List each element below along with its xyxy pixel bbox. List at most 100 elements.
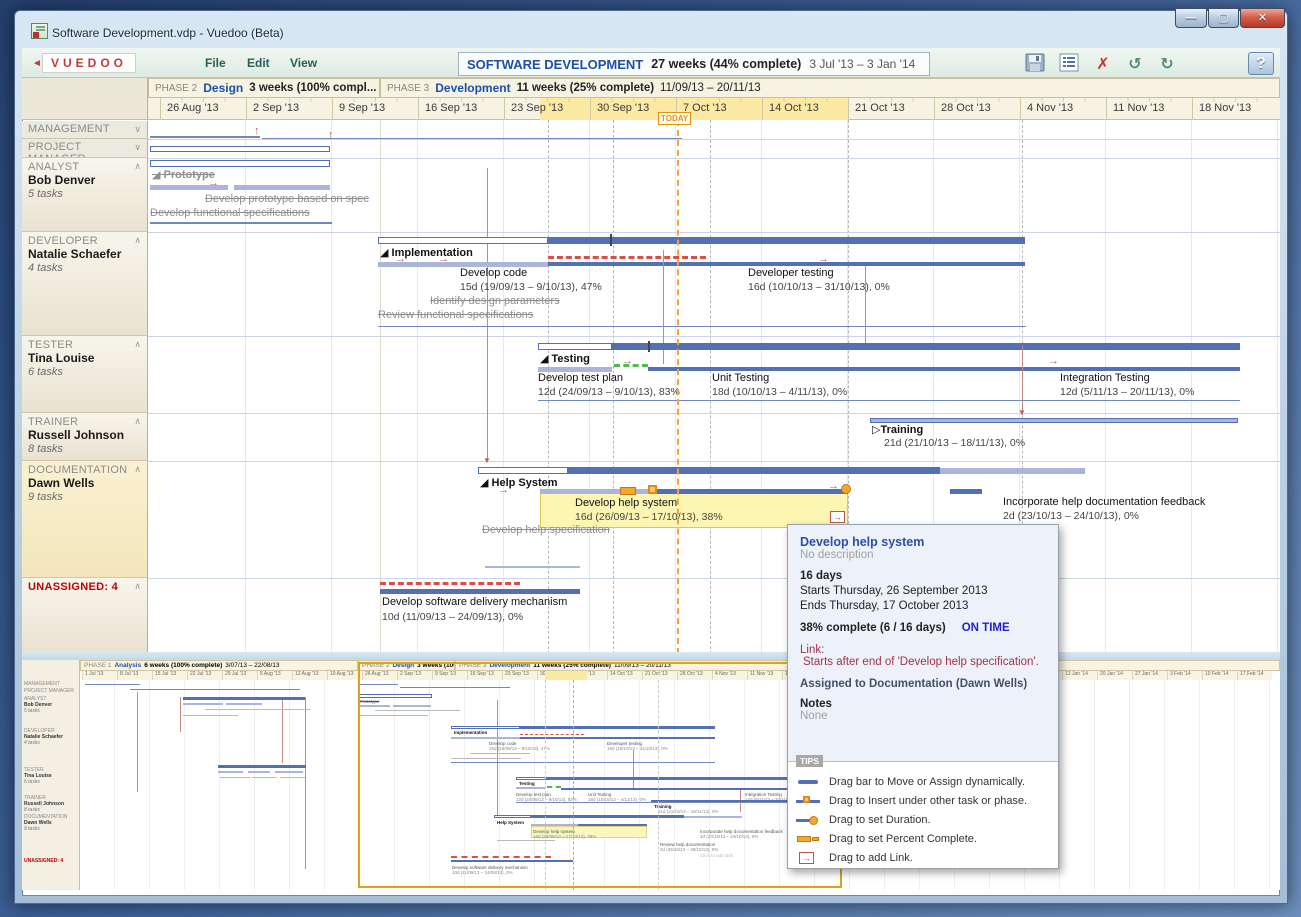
tooltip-link-text: Starts after end of 'Develop help specif… (800, 656, 1046, 668)
project-summary-box[interactable]: SOFTWARE DEVELOPMENT 27 weeks (44% compl… (458, 52, 930, 76)
selected-task-bar[interactable] (540, 489, 657, 494)
minimap-week-cell: 20 Jan '14 (1097, 671, 1132, 680)
sidebar-item-documentation[interactable]: DOCUMENTATION Dawn Wells 9 tasks ∧ (22, 461, 148, 578)
group-label-help-system[interactable]: ◢ Help System (480, 476, 558, 489)
tip-text: Drag to set Duration. (829, 814, 931, 826)
list-view-icon[interactable] (1056, 53, 1082, 77)
task-meta: 18d (10/10/13 – 4/11/13), 0% (712, 386, 847, 398)
sidebar-item-trainer[interactable]: TRAINER Russell Johnson 8 tasks ∧ (22, 413, 148, 461)
minimap-viewport[interactable] (358, 662, 842, 888)
chevron-down-icon[interactable]: ∨ (134, 124, 141, 135)
prototype-summary-bar[interactable] (150, 160, 330, 167)
insert-handle[interactable] (648, 485, 657, 494)
chevron-up-icon[interactable]: ∧ (134, 339, 141, 350)
maximize-button[interactable]: ▢ (1208, 8, 1239, 28)
task-label[interactable]: Developer testing (748, 267, 834, 279)
minimap-label: MANAGEMENT (24, 681, 60, 687)
tip-text: Drag bar to Move or Assign dynamically. (829, 776, 1025, 788)
task-meta: 2d (23/10/13 – 24/10/13), 0% (1003, 510, 1139, 522)
add-link-icon: → (796, 852, 822, 864)
insert-handle-icon (796, 795, 822, 807)
task-label[interactable]: Develop help specification (482, 524, 610, 536)
task-bar[interactable] (648, 367, 1240, 371)
chevron-up-icon[interactable]: ∧ (134, 464, 141, 475)
week-cell: 18 Nov '13 (1192, 98, 1278, 120)
summary-expanded-icon[interactable]: ◢ (540, 353, 548, 365)
undo-icon[interactable]: ↺ (1122, 53, 1148, 77)
task-label[interactable]: Identify design parameters (430, 295, 560, 307)
task-label[interactable]: Develop functional specifications (150, 207, 310, 219)
minimap-week-cell: 19 Aug '13 (327, 671, 362, 680)
menu-file[interactable]: File (205, 56, 226, 70)
close-button[interactable]: ✕ (1240, 8, 1285, 28)
implementation-summary-bar[interactable] (378, 237, 548, 244)
task-label[interactable]: Develop test plan (538, 372, 623, 384)
back-icon[interactable]: ◄ (32, 58, 42, 69)
testing-summary-bar[interactable] (612, 343, 1240, 350)
chevron-down-icon[interactable]: ∨ (134, 142, 141, 153)
task-label[interactable]: Incorporate help documentation feedback (1003, 496, 1205, 508)
add-link-handle[interactable]: → (830, 511, 845, 523)
chevron-up-icon[interactable]: ∧ (134, 581, 141, 592)
tooltip-status: ON TIME (962, 622, 1010, 634)
task-bar[interactable] (380, 589, 580, 594)
group-label-implementation[interactable]: ◢ Implementation (380, 246, 473, 259)
phase-2-name: Design (203, 81, 243, 95)
delete-icon[interactable]: ✗ (1090, 53, 1116, 77)
splitter[interactable] (22, 652, 1280, 660)
arrow-down-icon: ▼ (483, 456, 491, 466)
task-label[interactable]: Integration Testing (1060, 372, 1150, 384)
percent-complete-handle[interactable] (620, 487, 636, 495)
sidebar-item-unassigned[interactable]: UNASSIGNED: 4 ∧ (22, 578, 148, 654)
app-logo[interactable]: VUEDOO (42, 53, 136, 73)
summary-expanded-icon[interactable]: ◢ (380, 247, 388, 259)
duration-handle[interactable] (841, 484, 851, 494)
task-bar[interactable] (548, 262, 1025, 266)
task-label[interactable]: Review functional specifications (378, 309, 533, 321)
chevron-up-icon[interactable]: ∧ (134, 235, 141, 246)
task-bar[interactable] (234, 185, 330, 190)
help-system-summary-bar[interactable] (568, 467, 940, 474)
task-meta: 16d (10/10/13 – 31/10/13), 0% (748, 281, 890, 293)
sidebar-item-developer[interactable]: DEVELOPER Natalie Schaefer 4 tasks ∧ (22, 232, 148, 336)
tooltip-duration: 16 days (800, 570, 1046, 582)
summary-expanded-icon[interactable]: ◢ (152, 169, 160, 181)
phase-3-header[interactable]: PHASE 3 Development 11 weeks (25% comple… (380, 78, 1280, 98)
progress-tick (610, 234, 612, 246)
minimize-button[interactable]: — (1175, 8, 1207, 28)
sidebar-item-management[interactable]: MANAGEMENT ∨ (22, 121, 148, 139)
menu-edit[interactable]: Edit (247, 56, 270, 70)
task-label[interactable]: Unit Testing (712, 372, 769, 384)
sidebar-item-analyst[interactable]: ANALYST Bob Denver 5 tasks ∧ (22, 158, 148, 232)
task-label[interactable]: Develop prototype based on spec (205, 193, 369, 205)
help-system-summary-bar[interactable] (478, 467, 568, 474)
task-label[interactable]: Develop help system (575, 497, 677, 509)
task-label[interactable]: Develop code (460, 267, 527, 279)
task-label[interactable]: Develop software delivery mechanism (382, 596, 567, 608)
sidebar-item-project-manager[interactable]: PROJECT MANAGER ∨ (22, 139, 148, 158)
chevron-up-icon[interactable]: ∧ (134, 416, 141, 427)
implementation-summary-bar[interactable] (548, 237, 1025, 244)
group-label-prototype[interactable]: ◢ Prototype (152, 168, 215, 181)
training-bar[interactable] (870, 418, 1238, 423)
week-cell: 4 Nov '13 (1020, 98, 1106, 120)
overdue-dashed-line (380, 582, 520, 585)
selected-task-bar[interactable] (657, 489, 848, 494)
phase-2-header[interactable]: PHASE 2 Design 3 weeks (100% compl... (148, 78, 380, 98)
redo-icon[interactable]: ↻ (1154, 53, 1180, 77)
sidebar-item-tester[interactable]: TESTER Tina Louise 6 tasks ∧ (22, 336, 148, 413)
week-cell: 28 Oct '13 (934, 98, 1020, 120)
testing-summary-bar[interactable] (538, 343, 612, 350)
help-system-summary-bar[interactable] (940, 468, 1085, 474)
help-button[interactable]: ? (1248, 52, 1274, 75)
task-bar[interactable] (150, 146, 330, 152)
group-label-training[interactable]: ▷Training (872, 423, 923, 436)
summary-expanded-icon[interactable]: ◢ (480, 477, 488, 489)
chevron-up-icon[interactable]: ∧ (134, 161, 141, 172)
phase-3-dates: 11/09/13 – 20/11/13 (660, 82, 761, 94)
summary-line (262, 138, 682, 139)
task-bar[interactable] (950, 489, 982, 494)
menu-view[interactable]: View (290, 56, 317, 70)
save-icon[interactable] (1022, 53, 1048, 77)
group-label-testing[interactable]: ◢ Testing (540, 352, 590, 365)
